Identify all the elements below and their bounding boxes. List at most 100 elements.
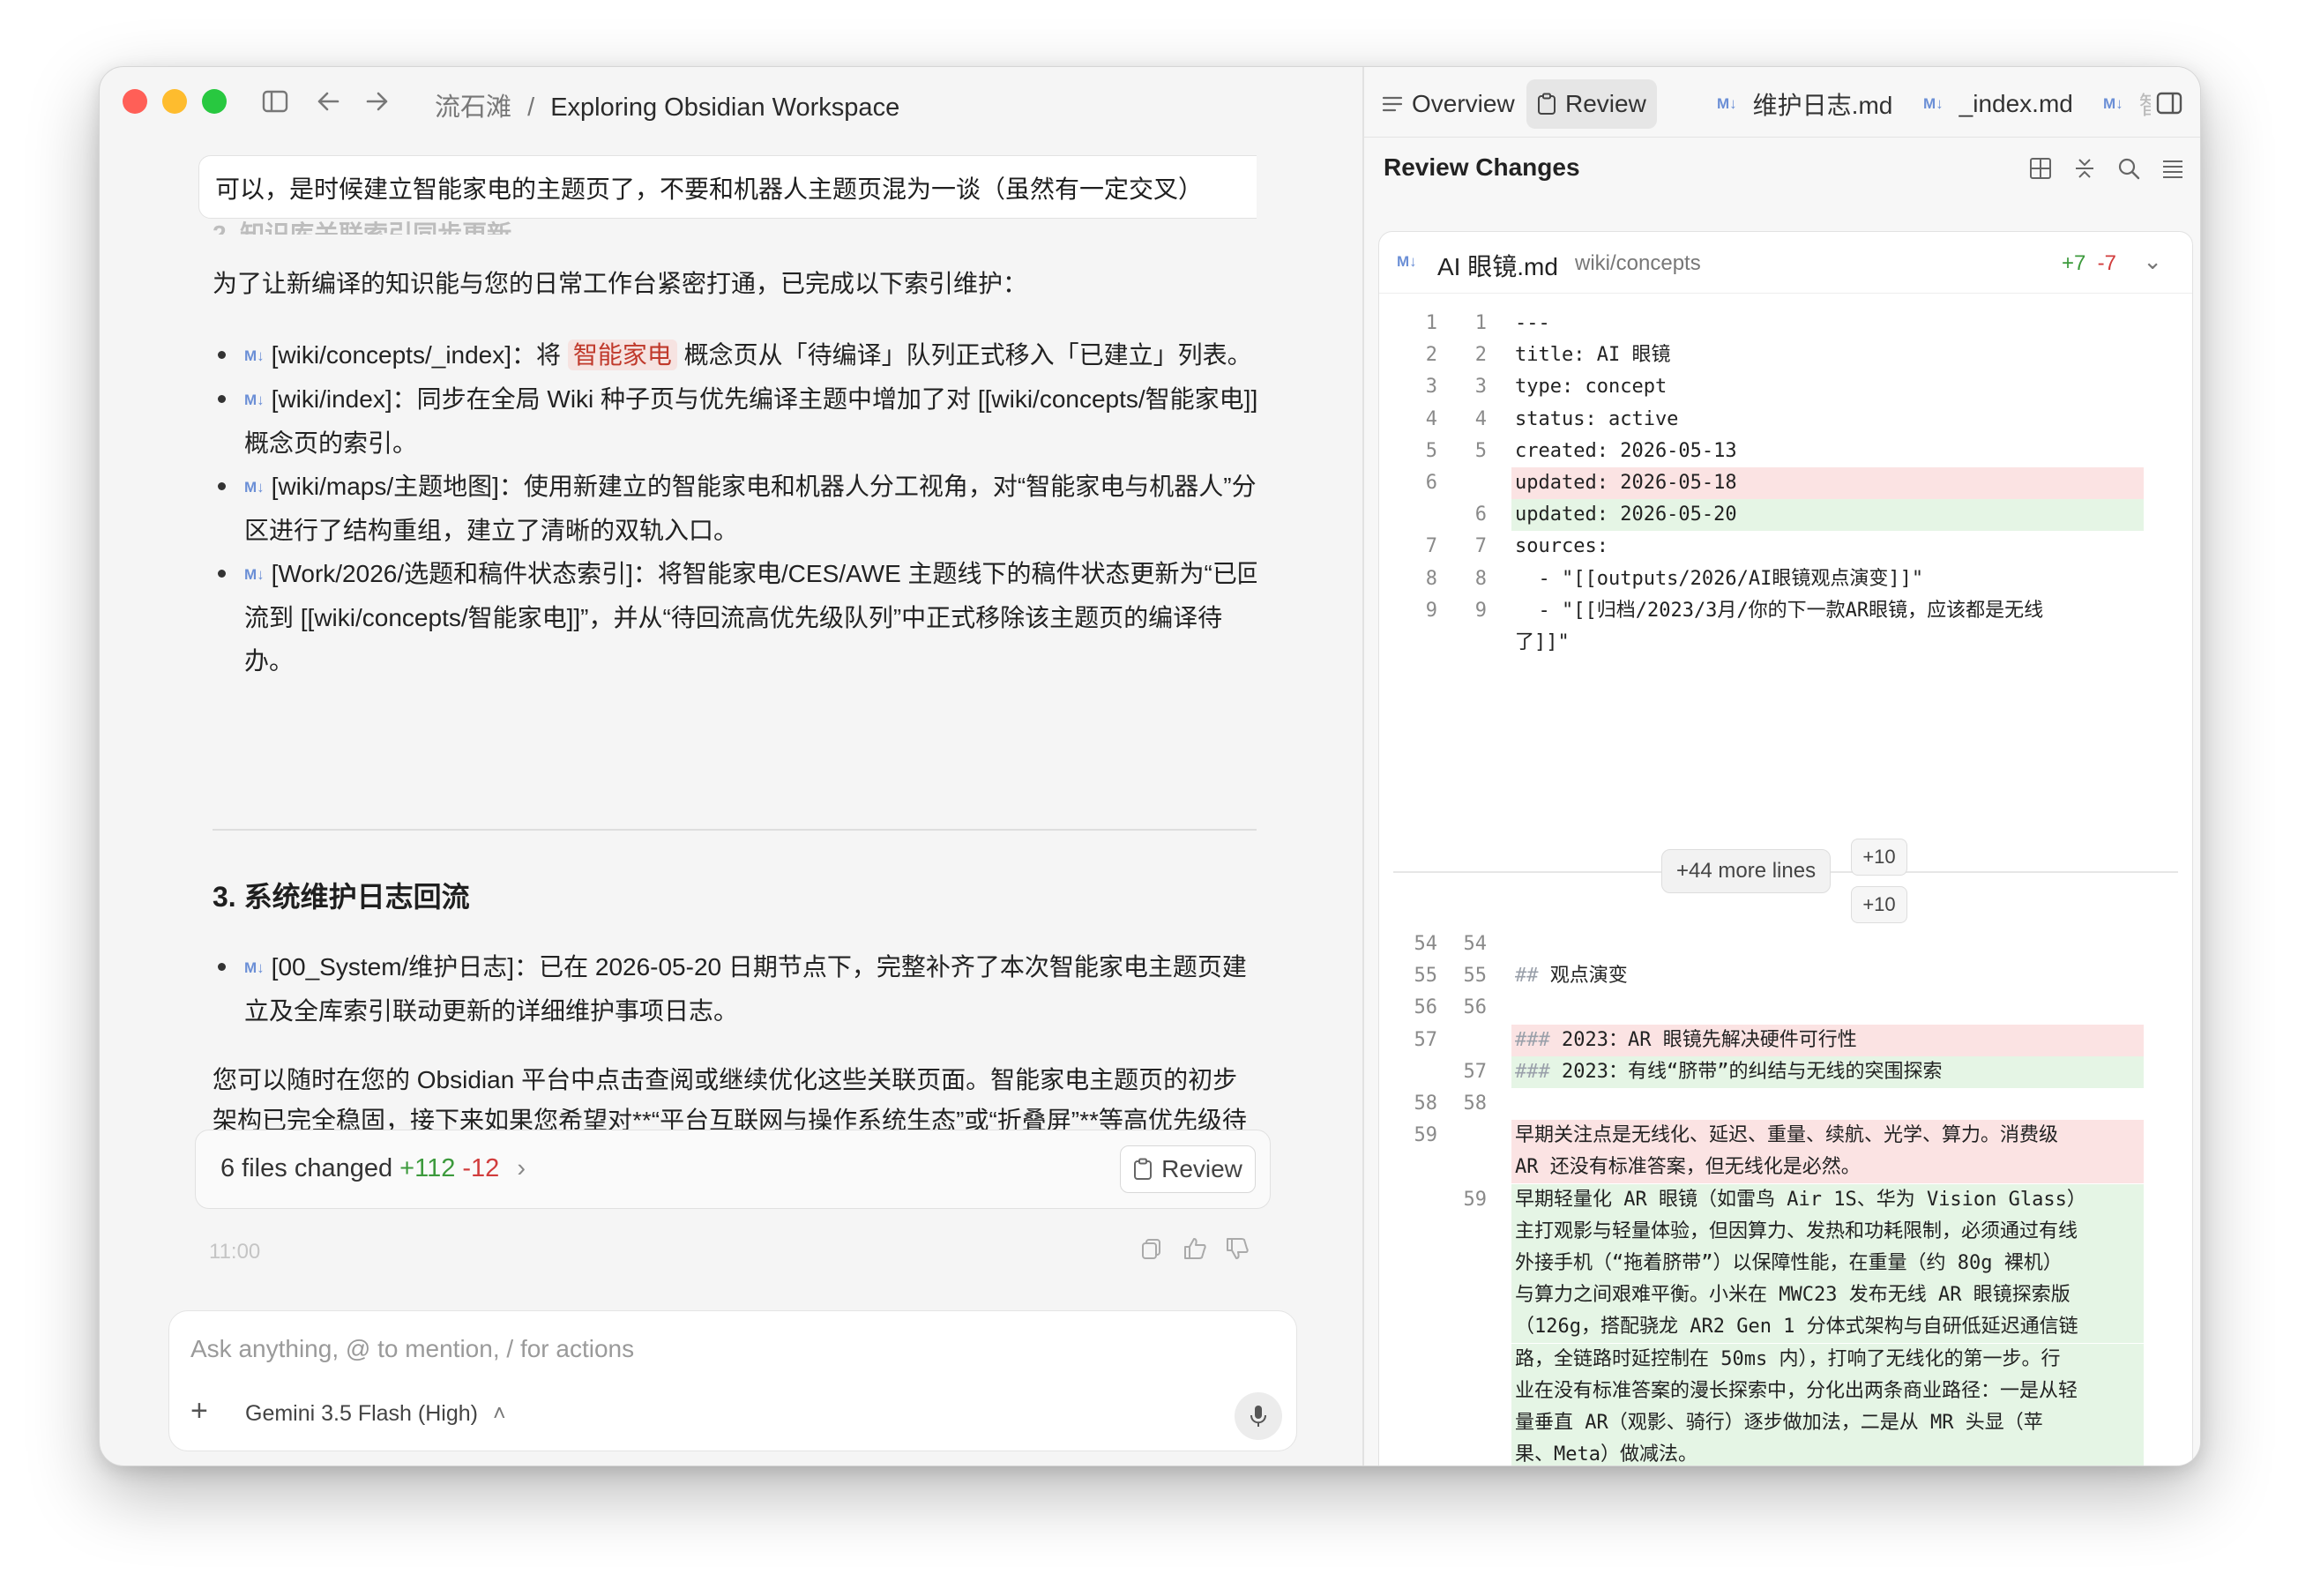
old-line-number: 7 (1425, 535, 1437, 558)
wiki-link[interactable]: [wiki/maps/主题地图] (272, 473, 499, 500)
chevron-down-icon[interactable]: ⌄ (2143, 248, 2162, 275)
new-line-number: 7 (1474, 535, 1487, 558)
new-line-number: 6 (1474, 503, 1487, 526)
breadcrumb-parent[interactable]: 流石滩 (435, 93, 511, 122)
diff-line-text: 果、Meta）做减法。 (1515, 1443, 1697, 1466)
markdown-icon: M↓ (1717, 95, 1737, 112)
old-line-number: 4 (1425, 407, 1437, 430)
new-line-number: 59 (1463, 1188, 1488, 1211)
grid-view-icon[interactable] (2027, 155, 2054, 182)
diff-line-text: 了]]" (1515, 631, 1570, 653)
new-line-number: 57 (1463, 1060, 1488, 1083)
tab-label: _index.md (1959, 90, 2073, 117)
more-lines-button[interactable]: +44 more lines (1661, 849, 1832, 893)
close-window-button[interactable] (123, 89, 147, 114)
list-item: M↓ [wiki/concepts/_index]：将 智能家电 概念页从「待编译… (213, 333, 1257, 377)
list-item: M↓ [wiki/index]：同步在全局 Wiki 种子页与优先编译主题中增加了… (213, 377, 1257, 465)
old-line-number: 9 (1425, 599, 1437, 622)
new-line-number: 5 (1474, 439, 1487, 462)
diff-line: 2 2 title: AI 眼镜 (1379, 339, 2192, 371)
new-line-number: 58 (1463, 1093, 1488, 1115)
tab-label: Review (1565, 90, 1646, 117)
tab-review[interactable]: Review (1526, 79, 1657, 129)
review-button-label: Review (1161, 1155, 1242, 1182)
diff-line: 9 9 - "[[归档/2023/3月/你的下一款AR眼镜，应该都是无线 (1379, 595, 2192, 627)
diff-line: 5 5 created: 2026-05-13 (1379, 436, 2192, 467)
wiki-link[interactable]: [wiki/index] (272, 385, 392, 413)
chat-input[interactable] (190, 1327, 1249, 1371)
expand-up-button[interactable]: +10 (1851, 839, 1907, 876)
markdown-icon: M↓ (244, 392, 265, 408)
diff-file-name: AI 眼镜.md (1437, 253, 1558, 280)
diff-line: 8 8 - "[[outputs/2026/AI眼镜观点演变]]" (1379, 563, 2192, 595)
tab-bar: Overview Review M↓ 维护日志.md M↓ _index.md M↓… (1364, 67, 2200, 138)
tab-index[interactable]: M↓ _index.md (1913, 79, 2084, 129)
diff-file-path: wiki/concepts (1575, 251, 1701, 275)
copy-icon[interactable] (1140, 1237, 1163, 1266)
files-changed-summary[interactable]: 6 files changed +112 -12 › (220, 1154, 526, 1183)
diff-line-removed: 6 updated: 2026-05-18 (1379, 467, 2192, 499)
diff-line: 55 55 ## 观点演变 (1379, 960, 2192, 992)
wiki-link[interactable]: [wiki/concepts/_index] (272, 341, 511, 369)
back-arrow-icon[interactable] (313, 86, 343, 116)
tab-truncated[interactable]: M↓ 智 (2093, 79, 2151, 129)
old-line-number: 57 (1414, 1028, 1438, 1051)
panel-title: Review Changes (1384, 153, 1580, 181)
tab-maintenance-log[interactable]: M↓ 维护日志.md (1706, 79, 1903, 129)
diff-file-stats: +7 -7 (2062, 251, 2116, 276)
menu-icon[interactable] (2160, 155, 2186, 182)
old-line-number: 55 (1414, 965, 1438, 988)
diff-line-text: 量垂直 AR（观影、骑行）逐步做加法，二是从 MR 头显（苹 (1515, 1412, 2043, 1434)
list-icon (1382, 96, 1403, 112)
new-line-number: 56 (1463, 996, 1488, 1019)
list-item: M↓ [wiki/maps/主题地图]：使用新建立的智能家电和机器人分工视角，对“… (213, 465, 1257, 552)
wiki-link[interactable]: [00_System/维护日志] (272, 953, 514, 981)
expand-down-button[interactable]: +10 (1851, 886, 1907, 923)
minimize-window-button[interactable] (162, 89, 187, 114)
model-selector[interactable]: Gemini 3.5 Flash (High) ˄ (245, 1401, 506, 1427)
tab-label: Overview (1412, 90, 1515, 117)
diff-line-added: 路，全链路时延控制在 50ms 内），打响了无线化的第一步。行 (1379, 1343, 2192, 1376)
log-bullet-list: M↓ [00_System/维护日志]：已在 2026-05-20 日期节点下，完… (213, 945, 1257, 1033)
sidebar-toggle-icon[interactable] (260, 86, 290, 116)
review-button[interactable]: Review (1120, 1145, 1256, 1193)
index-bullet-list: M↓ [wiki/concepts/_index]：将 智能家电 概念页从「待编译… (213, 333, 1257, 682)
forward-arrow-icon[interactable] (362, 86, 392, 116)
diff-line-text: - "[[outputs/2026/AI眼镜观点演变]]" (1515, 567, 1924, 590)
zoom-window-button[interactable] (202, 89, 227, 114)
diff-line-added: 57 ### 2023：有线“脐带”的纠结与无线的突围探索 (1379, 1055, 2192, 1088)
diff-line-text: 路，全链路时延控制在 50ms 内），打响了无线化的第一步。行 (1515, 1347, 2061, 1370)
diff-line-text: 主打观影与轻量体验，但因算力、发热和功耗限制，必须通过有线 (1515, 1219, 2078, 1242)
chevron-up-icon: ˄ (492, 1401, 506, 1426)
diff-line-added: 业在没有标准答案的漫长探索中，分化出两条商业路径：一是从轻 (1379, 1375, 2192, 1407)
search-icon[interactable] (2115, 155, 2142, 182)
diff-file-card: M↓ AI 眼镜.md wiki/concepts +7 -7 ⌄ 1 1 --- 2… (1378, 231, 2193, 1466)
list-item: M↓ [00_System/维护日志]：已在 2026-05-20 日期节点下，完… (213, 945, 1257, 1033)
new-line-number: 3 (1474, 376, 1487, 399)
tab-label: 智 (2139, 86, 2151, 122)
collapse-icon[interactable] (2071, 155, 2098, 182)
microphone-icon[interactable] (1235, 1392, 1282, 1440)
wiki-link[interactable]: [Work/2026/选题和稿件状态索引] (272, 560, 633, 587)
section-heading: 3. 系统维护日志回流 (213, 881, 470, 913)
diff-line-text: - "[[归档/2023/3月/你的下一款AR眼镜，应该都是无线 (1515, 599, 2044, 622)
message-timestamp: 11:00 (209, 1240, 261, 1264)
add-attachment-icon[interactable]: + (190, 1394, 208, 1428)
files-changed-card[interactable]: 6 files changed +112 -12 › Review (195, 1130, 1271, 1209)
diff-line-text: 与算力之间艰难平衡。小米在 MWC23 发布无线 AR 眼镜探索版 (1515, 1284, 2070, 1307)
chat-pane: 流石滩 / Exploring Obsidian Workspace 2. 知识… (100, 67, 1362, 1465)
breadcrumb: 流石滩 / Exploring Obsidian Workspace (435, 86, 899, 123)
old-line-number: 54 (1414, 933, 1438, 955)
index-intro-text: 为了让新编译的知识能与您的日常工作台紧密打通，已完成以下索引维护： (213, 270, 1028, 297)
breadcrumb-title[interactable]: Exploring Obsidian Workspace (550, 93, 899, 122)
diff-line-text: updated: 2026-05-20 (1515, 503, 1737, 526)
right-sidebar-toggle-icon[interactable] (2154, 88, 2184, 118)
additions-count: +112 (399, 1154, 456, 1182)
diff-line-text: title: AI 眼镜 (1515, 344, 1671, 367)
old-line-number: 1 (1425, 312, 1437, 334)
thumbs-down-icon[interactable] (1225, 1237, 1250, 1266)
diff-file-header[interactable]: M↓ AI 眼镜.md wiki/concepts +7 -7 ⌄ (1379, 232, 2192, 294)
thumbs-up-icon[interactable] (1183, 1237, 1207, 1266)
diff-line-added: （126g，搭配骁龙 AR2 Gen 1 分体式架构与自研低延迟通信链 (1379, 1311, 2192, 1344)
tab-overview[interactable]: Overview (1371, 79, 1526, 129)
